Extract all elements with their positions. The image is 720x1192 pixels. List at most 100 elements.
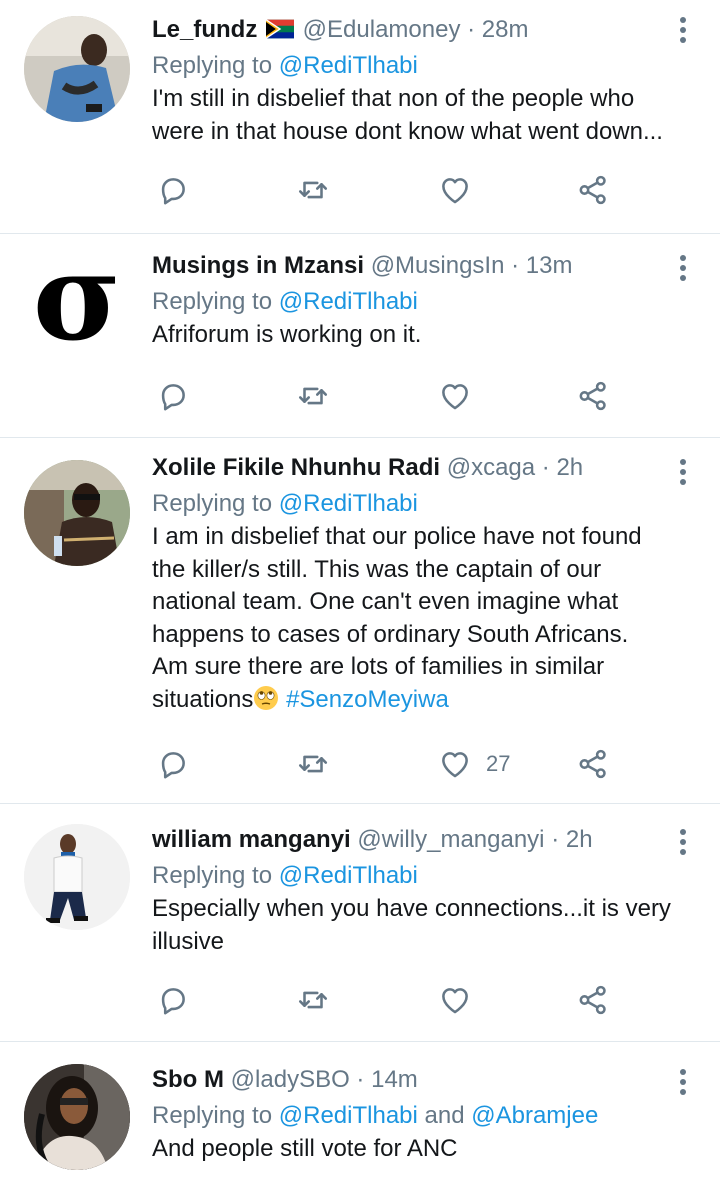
replying-to-label: Replying to <box>152 52 273 79</box>
reply-icon <box>156 173 190 207</box>
avatar[interactable]: σ <box>24 250 130 356</box>
tweet-header: Musings in Mzansi @MusingsIn · 13m <box>152 250 696 282</box>
retweet-icon <box>296 747 330 781</box>
user-handle[interactable]: @Edulamoney <box>303 16 461 43</box>
separator-dot: · <box>467 16 476 43</box>
mention-link[interactable]: @RediTlhabi <box>279 490 418 517</box>
mention-link[interactable]: @RediTlhabi <box>279 1102 418 1129</box>
more-options-icon[interactable] <box>670 456 696 490</box>
reply-button[interactable] <box>156 170 190 210</box>
share-button[interactable] <box>576 170 610 210</box>
replying-to: Replying to @RediTlhabi <box>152 487 696 521</box>
replying-to: Replying to @RediTlhabi <box>152 285 696 319</box>
like-button[interactable] <box>438 980 472 1020</box>
avatar[interactable] <box>24 1064 130 1170</box>
retweet-button[interactable] <box>296 980 330 1020</box>
replying-to-label: Replying to <box>152 288 273 315</box>
user-handle[interactable]: @willy_manganyi <box>357 826 544 853</box>
tweet-actions: 27 <box>152 744 632 784</box>
more-options-icon[interactable] <box>670 826 696 860</box>
tweet-time[interactable]: 14m <box>371 1066 418 1093</box>
tweet-4[interactable]: william manganyi @willy_manganyi · 2h Re… <box>0 804 720 1042</box>
more-options-icon[interactable] <box>670 1066 696 1100</box>
reply-icon <box>156 983 190 1017</box>
replying-to: Replying to @RediTlhabi <box>152 49 696 83</box>
tweet-time[interactable]: 28m <box>482 16 529 43</box>
face-with-rolling-eyes-icon <box>254 685 279 710</box>
tweet-time[interactable]: 13m <box>526 252 573 279</box>
share-icon <box>576 379 610 413</box>
like-count: 27 <box>486 751 511 776</box>
like-button[interactable] <box>438 170 472 210</box>
user-handle[interactable]: @ladySBO <box>231 1066 350 1093</box>
mention-link[interactable]: @RediTlhabi <box>279 862 418 889</box>
tweet-actions <box>152 980 632 1020</box>
avatar-glyph: σ <box>32 250 122 356</box>
share-button[interactable] <box>576 376 610 416</box>
tweet-time[interactable]: 2h <box>566 826 593 853</box>
tweet-text: And people still vote for ANC <box>152 1133 696 1166</box>
tweet-text-line: Am sure there are lots of families in si… <box>152 653 605 680</box>
reply-icon <box>156 379 190 413</box>
reply-button[interactable] <box>156 376 190 416</box>
user-handle[interactable]: @MusingsIn <box>371 252 505 279</box>
avatar[interactable] <box>24 824 130 930</box>
retweet-icon <box>296 379 330 413</box>
like-button[interactable]: 27 <box>438 744 510 784</box>
tweet-3[interactable]: Xolile Fikile Nhunhu Radi @xcaga · 2h Re… <box>0 438 720 804</box>
tweet-text: I'm still in disbelief that non of the p… <box>152 83 696 148</box>
mention-link[interactable]: @Abramjee <box>471 1102 598 1129</box>
reply-button[interactable] <box>156 980 190 1020</box>
tweet-text: Especially when you have connections...i… <box>152 893 696 958</box>
tweet-text-line: Afriforum is working on it. <box>152 321 422 348</box>
replying-to: Replying to @RediTlhabi <box>152 859 696 893</box>
avatar[interactable] <box>24 460 130 566</box>
share-button[interactable] <box>576 980 610 1020</box>
user-name[interactable]: Xolile Fikile Nhunhu Radi <box>152 454 440 481</box>
tweet-5[interactable]: Sbo M @ladySBO · 14m Replying to @RediTl… <box>0 1042 720 1192</box>
tweet-time[interactable]: 2h <box>556 454 583 481</box>
more-options-icon[interactable] <box>670 252 696 286</box>
tweet-1[interactable]: Le_fundz @Edulamoney · 28m Replying to @… <box>0 0 720 234</box>
user-name[interactable]: Sbo M <box>152 1066 224 1093</box>
retweet-button[interactable] <box>296 744 330 784</box>
user-name[interactable]: Le_fundz <box>152 16 257 43</box>
share-icon <box>576 747 610 781</box>
avatar[interactable] <box>24 16 130 122</box>
separator-dot: · <box>551 826 560 853</box>
user-handle[interactable]: @xcaga <box>447 454 535 481</box>
tweet-header: Le_fundz @Edulamoney · 28m <box>152 14 696 46</box>
tweet-text-line: were in that house dont know what went d… <box>152 117 663 145</box>
tweet-2[interactable]: σ Musings in Mzansi @MusingsIn · 13m Rep… <box>0 234 720 438</box>
user-name[interactable]: Musings in Mzansi <box>152 252 364 279</box>
like-button[interactable] <box>438 376 472 416</box>
hashtag-link[interactable]: #SenzoMeyiwa <box>286 686 449 713</box>
replying-to-label: Replying to <box>152 1102 273 1129</box>
like-icon <box>438 747 472 781</box>
tweet-text-line: happens to cases of ordinary South Afric… <box>152 620 629 648</box>
tweet-text-line: situations #SenzoMeyiwa <box>152 684 696 717</box>
tweet-text-line: And people still vote for ANC <box>152 1135 458 1162</box>
like-icon <box>438 983 472 1017</box>
tweet-text-line: national team. One can't even imagine wh… <box>152 588 619 615</box>
retweet-button[interactable] <box>296 376 330 416</box>
replying-to-label: Replying to <box>152 862 273 889</box>
south-africa-flag-icon <box>266 19 294 39</box>
reply-button[interactable] <box>156 744 190 784</box>
tweet-text-fragment: situations <box>152 685 254 713</box>
retweet-button[interactable] <box>296 170 330 210</box>
tweet-text-line: the killer/s still. This was the captain… <box>152 555 602 583</box>
tweet-header: Sbo M @ladySBO · 14m <box>152 1064 696 1096</box>
user-name[interactable]: william manganyi <box>152 826 351 853</box>
more-options-icon[interactable] <box>670 14 696 48</box>
mention-link[interactable]: @RediTlhabi <box>279 288 418 315</box>
tweet-actions <box>152 376 632 416</box>
like-icon <box>438 379 472 413</box>
like-icon <box>438 173 472 207</box>
replying-to-and: and <box>424 1102 465 1129</box>
tweet-header: william manganyi @willy_manganyi · 2h <box>152 824 696 856</box>
replying-to: Replying to @RediTlhabi and @Abramjee <box>152 1099 696 1133</box>
share-button[interactable] <box>576 744 610 784</box>
tweet-text-line: I am in disbelief that our police have n… <box>152 523 642 550</box>
mention-link[interactable]: @RediTlhabi <box>279 52 418 79</box>
